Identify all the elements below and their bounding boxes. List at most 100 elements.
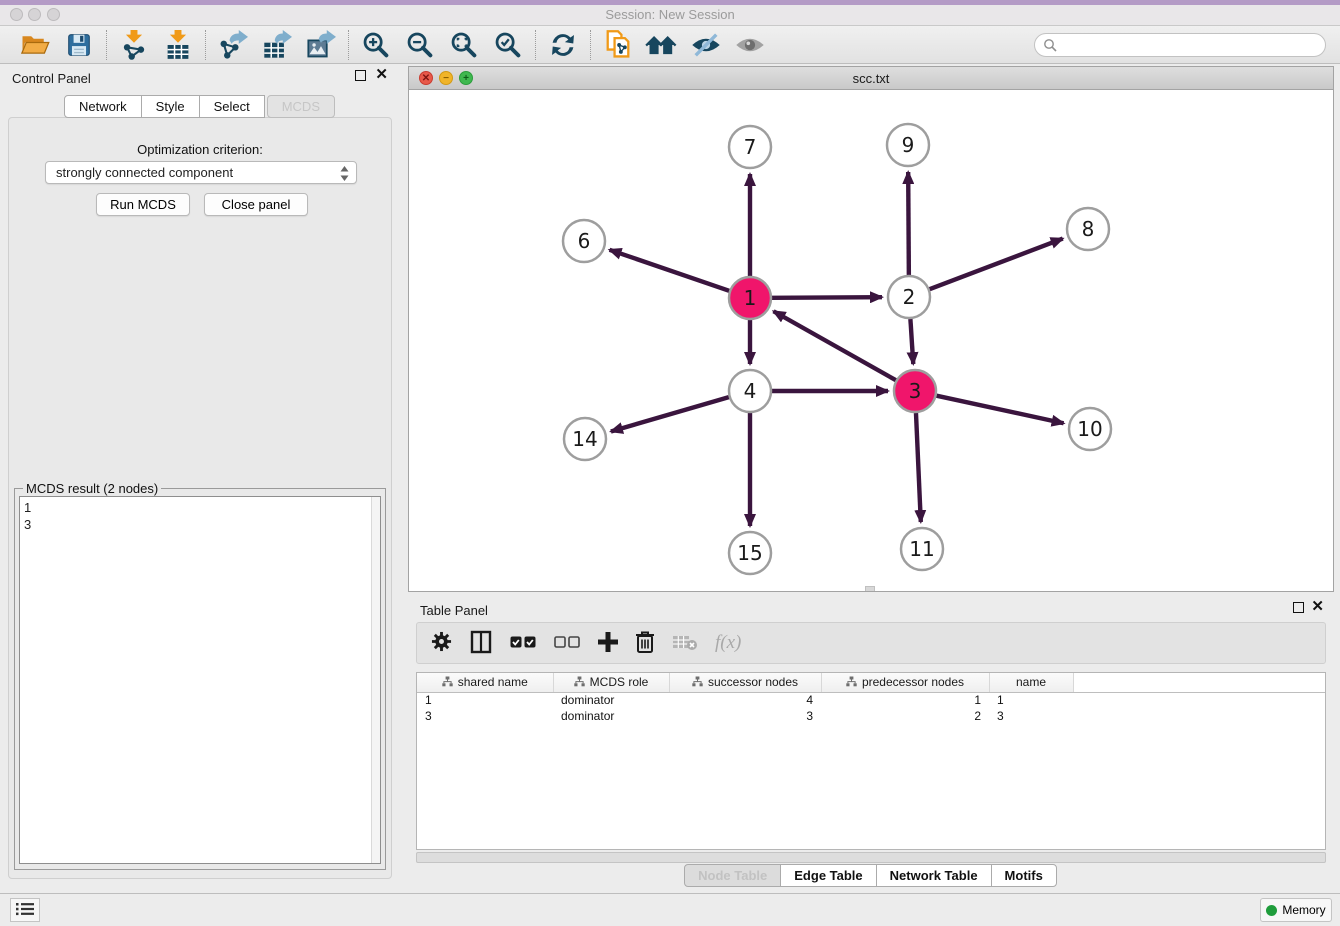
export-image-button[interactable] [304, 29, 338, 61]
create-column-button[interactable] [598, 632, 618, 655]
export-network-button[interactable] [216, 29, 250, 61]
graph-edge-1-6[interactable] [610, 250, 730, 291]
zoom-fit-icon [449, 30, 479, 60]
tab-node-table[interactable]: Node Table [684, 864, 781, 887]
column-header-successor-nodes[interactable]: successor nodes [669, 673, 821, 692]
column-header-filler [1073, 673, 1325, 692]
houses-icon [645, 31, 679, 59]
tab-style[interactable]: Style [141, 95, 200, 118]
node-table-header-row: shared nameMCDS rolesuccessor nodesprede… [417, 673, 1325, 692]
copy-network-icon [603, 29, 633, 61]
graph-node-label-1: 1 [744, 286, 757, 310]
run-mcds-button[interactable]: Run MCDS [96, 193, 190, 216]
first-neighbors-button[interactable] [645, 29, 679, 61]
graph-edge-2-3[interactable] [910, 319, 913, 364]
table-panel-title: Table Panel [420, 603, 488, 618]
float-table-panel-icon[interactable] [1293, 602, 1304, 616]
memory-label: Memory [1282, 903, 1325, 917]
close-panel-icon[interactable]: ✕ [375, 68, 388, 82]
graph-edge-4-14[interactable] [611, 397, 729, 431]
new-network-from-selection-button[interactable] [601, 29, 635, 61]
mcds-result-scrollbar[interactable] [371, 497, 380, 863]
tab-mcds[interactable]: MCDS [267, 95, 335, 118]
zoom-out-icon [405, 30, 435, 60]
tab-network[interactable]: Network [64, 95, 142, 118]
close-table-panel-icon[interactable]: ✕ [1311, 600, 1324, 614]
show-all-button[interactable] [733, 29, 767, 61]
task-history-button[interactable] [10, 898, 40, 922]
column-header-shared-name[interactable]: shared name [417, 673, 553, 692]
network-view-window: ✕ − + scc.txt 7968124314101511 [408, 66, 1334, 592]
graph-edge-1-2[interactable] [772, 297, 882, 298]
column-header-label: name [1016, 675, 1046, 689]
table-cell[interactable]: 1 [989, 692, 1073, 708]
graph-edge-3-1[interactable] [774, 311, 896, 380]
function-builder-button[interactable]: f(x) [715, 632, 741, 654]
close-panel-button[interactable]: Close panel [204, 193, 308, 216]
folder-open-icon [20, 32, 50, 58]
mcds-result-text[interactable]: 1 3 [19, 496, 381, 864]
zoom-in-button[interactable] [359, 29, 393, 61]
export-network-icon [218, 30, 248, 60]
mcds-result-title: MCDS result (2 nodes) [23, 481, 161, 496]
hide-selected-button[interactable] [689, 29, 723, 61]
node-table: shared nameMCDS rolesuccessor nodesprede… [416, 672, 1326, 850]
criterion-select[interactable]: strongly connected component [45, 161, 357, 184]
table-cell[interactable]: 2 [821, 708, 989, 724]
network-resize-grip[interactable] [865, 586, 875, 591]
attribute-tree-icon [692, 676, 703, 690]
network-window-titlebar[interactable]: ✕ − + scc.txt [409, 67, 1333, 90]
graph-node-label-6: 6 [578, 229, 591, 253]
table-cell[interactable]: 3 [989, 708, 1073, 724]
table-cell[interactable]: 1 [417, 692, 553, 708]
graph-edge-2-8[interactable] [930, 239, 1063, 290]
zoom-in-icon [361, 30, 391, 60]
export-table-button[interactable] [260, 29, 294, 61]
table-cell[interactable]: 4 [669, 692, 821, 708]
tab-edge-table[interactable]: Edge Table [780, 864, 876, 887]
graph-edge-3-11[interactable] [916, 413, 921, 522]
tab-select[interactable]: Select [199, 95, 265, 118]
graph-edge-3-10[interactable] [936, 396, 1063, 424]
trash-icon [635, 630, 655, 656]
graph-node-label-14: 14 [572, 427, 597, 451]
tab-network-table[interactable]: Network Table [876, 864, 992, 887]
column-header-predecessor-nodes[interactable]: predecessor nodes [821, 673, 989, 692]
main-toolbar [0, 26, 1340, 64]
zoom-fit-button[interactable] [447, 29, 481, 61]
zoom-out-button[interactable] [403, 29, 437, 61]
column-header-MCDS-role[interactable]: MCDS role [553, 673, 669, 692]
select-all-button[interactable] [510, 635, 537, 652]
float-panel-icon[interactable] [355, 70, 366, 84]
delete-table-button[interactable] [672, 633, 698, 654]
table-cell[interactable]: dominator [553, 692, 669, 708]
open-file-button[interactable] [18, 29, 52, 61]
export-table-icon [262, 30, 292, 60]
column-header-name[interactable]: name [989, 673, 1073, 692]
search-input[interactable] [1063, 35, 1318, 55]
table-cell[interactable]: 3 [669, 708, 821, 724]
columns-icon [469, 630, 493, 657]
network-graph[interactable]: 7968124314101511 [409, 90, 1333, 591]
graph-edge-2-9[interactable] [908, 172, 909, 275]
memory-button[interactable]: Memory [1260, 898, 1332, 922]
table-options-button[interactable] [431, 631, 452, 655]
table-cell[interactable]: 3 [417, 708, 553, 724]
table-horizontal-scrollbar[interactable] [416, 852, 1326, 863]
search-field[interactable] [1034, 33, 1326, 57]
import-network-button[interactable] [117, 29, 151, 61]
deselect-all-button[interactable] [554, 635, 581, 652]
table-cell[interactable]: 1 [821, 692, 989, 708]
tab-motifs[interactable]: Motifs [991, 864, 1057, 887]
table-row[interactable]: 1dominator411 [417, 692, 1325, 708]
table-row[interactable]: 3dominator323 [417, 708, 1325, 724]
zoom-selected-button[interactable] [491, 29, 525, 61]
delete-column-button[interactable] [635, 630, 655, 656]
import-network-icon [120, 30, 148, 60]
apply-layout-button[interactable] [546, 29, 580, 61]
save-session-button[interactable] [62, 29, 96, 61]
import-table-button[interactable] [161, 29, 195, 61]
table-cell[interactable]: dominator [553, 708, 669, 724]
search-icon [1043, 38, 1058, 53]
show-columns-button[interactable] [469, 630, 493, 657]
